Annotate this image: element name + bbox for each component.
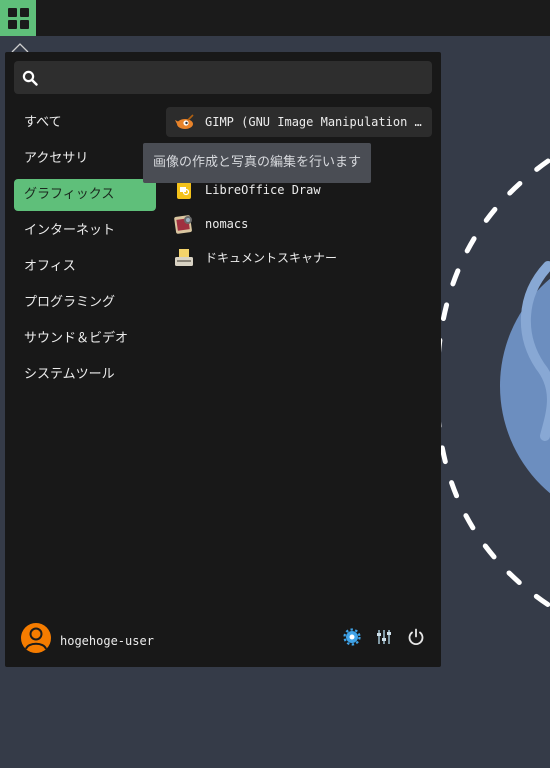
app-item-nomacs[interactable]: nomacs	[166, 209, 432, 239]
applications-menu-button[interactable]	[0, 0, 36, 36]
search-input[interactable]	[46, 61, 430, 96]
power-icon[interactable]	[407, 628, 425, 646]
app-item-gimp[interactable]: GIMP (GNU Image Manipulation …	[166, 107, 432, 137]
category-sound-video[interactable]: サウンド＆ビデオ	[14, 323, 156, 355]
category-graphics[interactable]: グラフィックス	[14, 179, 156, 211]
username-label: hogehoge-user	[60, 634, 154, 648]
search-icon	[22, 70, 38, 86]
gimp-icon	[175, 114, 194, 129]
search-bar	[14, 61, 432, 96]
mixer-icon[interactable]	[375, 628, 393, 646]
app-tooltip: 画像の作成と写真の編集を行います	[143, 143, 371, 183]
category-office[interactable]: オフィス	[14, 251, 156, 283]
category-system-tools[interactable]: システムツール	[14, 359, 156, 391]
top-panel	[0, 0, 550, 36]
scanner-icon	[175, 249, 193, 266]
nomacs-icon	[174, 215, 192, 234]
category-all[interactable]: すべて	[14, 107, 156, 139]
category-internet[interactable]: インターネット	[14, 215, 156, 247]
app-label: nomacs	[205, 217, 249, 231]
app-label: ドキュメントスキャナー	[205, 251, 338, 265]
settings-icon[interactable]	[343, 628, 361, 646]
app-item-document-scanner[interactable]: ドキュメントスキャナー	[166, 243, 432, 273]
category-programming[interactable]: プログラミング	[14, 287, 156, 319]
user-avatar-icon[interactable]	[20, 622, 52, 654]
category-accessories[interactable]: アクセサリ	[14, 143, 156, 175]
libreoffice-draw-icon	[177, 182, 191, 199]
app-label: GIMP (GNU Image Manipulation …	[205, 115, 422, 129]
